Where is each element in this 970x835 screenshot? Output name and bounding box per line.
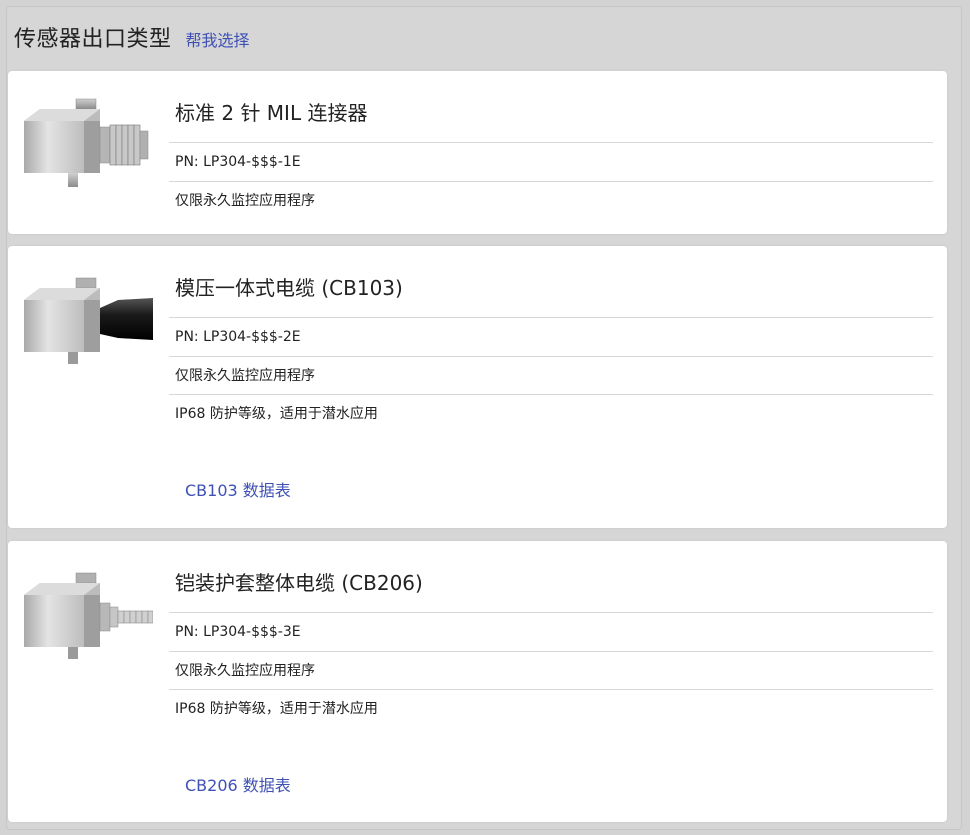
feature-text: IP68 防护等级，适用于潜水应用 [175,701,378,717]
part-number: PN: LP304-$$$-2E [169,318,933,357]
feature-text: 仅限永久监控应用程序 [175,192,315,209]
armored-cable-sensor-icon [24,572,153,659]
card-title: 标准 2 针 MIL 连接器 [169,71,933,143]
part-number: PN: LP304-$$$-3E [169,613,933,652]
cb103-datasheet-link[interactable]: CB103 数据表 [185,477,291,501]
card-body-3: 铠装护套整体电缆 (CB206) PN: LP304-$$$-3E 仅限永久监控… [169,541,933,729]
feature-text: 仅限永久监控应用程序 [169,357,933,395]
exit-option-card-1[interactable]: 标准 2 针 MIL 连接器 PN: LP304-$$$-1E 仅限永久监控应用… [8,71,947,234]
mil-connector-sensor-icon [24,98,149,187]
card-body-2: 模压一体式电缆 (CB103) PN: LP304-$$$-2E 仅限永久监控应… [169,246,933,434]
card-body-1: 标准 2 针 MIL 连接器 PN: LP304-$$$-1E 仅限永久监控应用… [169,71,933,220]
help-me-choose-link[interactable]: 帮我选择 [186,27,250,51]
card-title: 模压一体式电缆 (CB103) [169,246,933,318]
page-title: 传感器出口类型 [14,27,172,52]
feature-text: 仅限永久监控应用程序 [169,652,933,690]
exit-option-card-3[interactable]: 铠装护套整体电缆 (CB206) PN: LP304-$$$-3E 仅限永久监控… [8,541,947,822]
card-title: 铠装护套整体电缆 (CB206) [169,541,933,613]
panel-header: 传感器出口类型 帮我选择 [14,21,250,57]
exit-option-card-2[interactable]: 模压一体式电缆 (CB103) PN: LP304-$$$-2E 仅限永久监控应… [8,246,947,528]
cb206-datasheet-link[interactable]: CB206 数据表 [185,772,291,796]
molded-cable-sensor-icon [24,277,153,364]
feature-text: IP68 防护等级，适用于潜水应用 [175,406,378,422]
part-number: PN: LP304-$$$-1E [169,143,933,182]
